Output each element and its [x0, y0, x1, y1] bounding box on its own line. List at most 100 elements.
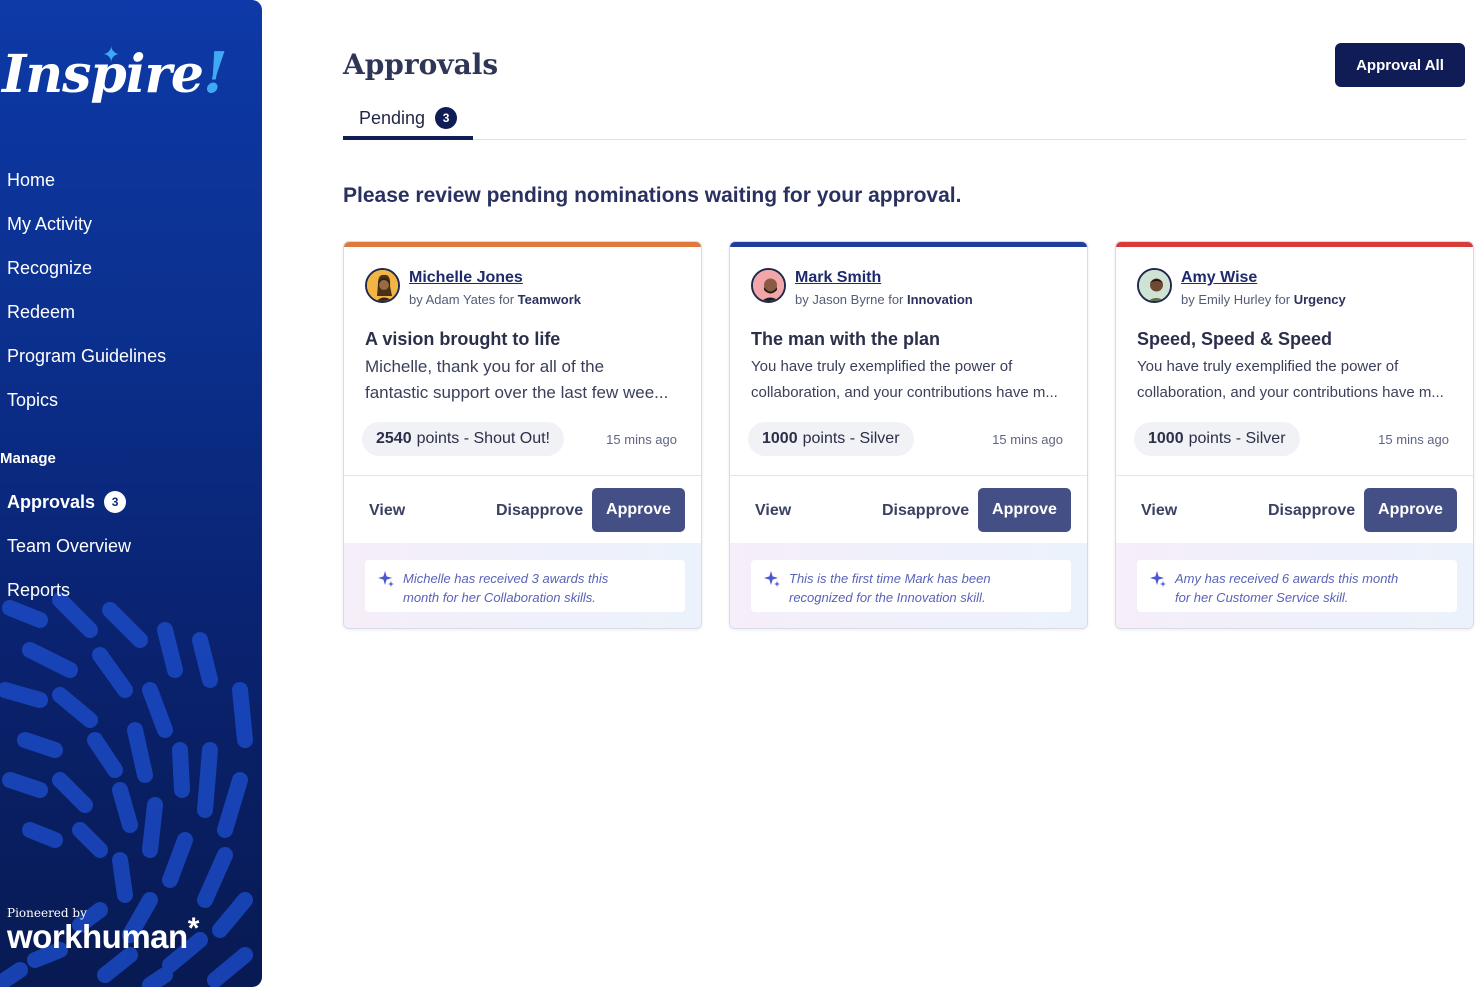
view-button[interactable]: View [755, 502, 791, 520]
nomination-message: You have truly exemplified the power of … [751, 354, 1069, 406]
logo-star-icon: ✦ [102, 42, 121, 67]
insight-text: Michelle has received 3 awards this mont… [403, 569, 608, 607]
points-pill: 1000 points - Silver [748, 422, 914, 456]
nav-item-redeem[interactable]: Redeem [0, 294, 262, 338]
insight-line: month for her Collaboration skills. [403, 590, 596, 605]
avatar [1137, 268, 1172, 303]
nominee-name-link[interactable]: Amy Wise [1181, 269, 1257, 287]
message-line: You have truly exemplified the power of [1137, 358, 1399, 375]
manage-heading: Manage [0, 450, 56, 467]
message-line: You have truly exemplified the power of [751, 358, 1013, 375]
nav-item-program-guidelines[interactable]: Program Guidelines [0, 338, 262, 382]
nomination-card: Michelle Jones by Adam Yates for Teamwor… [343, 241, 702, 629]
nav-item-reports[interactable]: Reports [0, 568, 262, 612]
disapprove-button[interactable]: Disapprove [882, 502, 969, 520]
message-line: collaboration, and your contributions ha… [1137, 384, 1444, 401]
nav-item-approvals[interactable]: Approvals 3 [0, 480, 262, 524]
approve-button[interactable]: Approve [1364, 488, 1457, 532]
insight-line: for her Customer Service skill. [1175, 590, 1349, 605]
approve-button[interactable]: Approve [592, 488, 685, 532]
pending-count-badge: 3 [435, 107, 458, 129]
points-label: points - Silver [1188, 430, 1286, 447]
nomination-title: The man with the plan [751, 329, 941, 349]
award-category: Innovation [907, 292, 973, 307]
nav-item-approvals-label: Approvals [7, 492, 96, 512]
card-accent-bar [344, 242, 701, 247]
insight-box: This is the first time Mark has been rec… [751, 560, 1071, 612]
points-label: points - Silver [802, 430, 900, 447]
byline-text: by Emily Hurley for [1181, 292, 1294, 307]
sparkle-icon [378, 571, 394, 587]
section-subtitle: Please review pending nominations waitin… [343, 184, 962, 207]
workhuman-logo[interactable]: workhuman* [7, 912, 199, 956]
sparkle-icon [1150, 571, 1166, 587]
sidebar: Inspire! ✦ Home My Activity Recognize Re… [0, 0, 262, 987]
insight-line: Amy has received 6 awards this month [1175, 571, 1399, 586]
divider [344, 475, 701, 476]
tab-pending-label: Pending [358, 107, 426, 128]
insight-text: This is the first time Mark has been rec… [789, 569, 991, 607]
insight-text: Amy has received 6 awards this month for… [1175, 569, 1398, 607]
insight-line: Michelle has received 3 awards this [403, 571, 609, 586]
nomination-message: Michelle, thank you for all of the fanta… [365, 354, 683, 406]
insight-area: Amy has received 6 awards this month for… [1116, 543, 1473, 628]
timestamp: 15 mins ago [992, 432, 1063, 447]
award-category: Urgency [1293, 292, 1346, 307]
insight-area: Michelle has received 3 awards this mont… [344, 543, 701, 628]
inspire-logo[interactable]: Inspire! ✦ [2, 40, 228, 120]
byline-text: by Jason Byrne for [795, 292, 907, 307]
timestamp: 15 mins ago [606, 432, 677, 447]
nav-item-team-overview[interactable]: Team Overview [0, 524, 262, 568]
divider [730, 475, 1087, 476]
view-button[interactable]: View [369, 502, 405, 520]
message-line: fantastic support over the last few wee.… [365, 383, 669, 402]
sparkle-icon [764, 571, 780, 587]
nav-item-topics[interactable]: Topics [0, 382, 262, 426]
nominator-byline: by Adam Yates for Teamwork [409, 292, 581, 307]
insight-line: This is the first time Mark has been [789, 571, 991, 586]
award-category: Teamwork [517, 292, 581, 307]
byline-text: by Adam Yates for [409, 292, 518, 307]
nomination-message: You have truly exemplified the power of … [1137, 354, 1455, 406]
message-line: collaboration, and your contributions ha… [751, 384, 1058, 401]
insight-box: Michelle has received 3 awards this mont… [365, 560, 685, 612]
points-label: points - Shout Out! [416, 430, 550, 447]
divider [1116, 475, 1473, 476]
insight-line: recognized for the Innovation skill. [789, 590, 986, 605]
nomination-title: A vision brought to life [365, 329, 561, 349]
tab-pending[interactable]: Pending 3 [343, 100, 473, 140]
nav-item-recognize[interactable]: Recognize [0, 250, 262, 294]
view-button[interactable]: View [1141, 502, 1177, 520]
nominator-byline: by Jason Byrne for Innovation [795, 292, 973, 307]
workhuman-logo-text: workhuman [7, 918, 188, 955]
timestamp: 15 mins ago [1378, 432, 1449, 447]
points-value: 1000 [1148, 430, 1184, 447]
message-line: Michelle, thank you for all of the [365, 357, 605, 376]
card-accent-bar [730, 242, 1087, 247]
logo-mark: ! [203, 40, 228, 106]
nominee-name-link[interactable]: Mark Smith [795, 269, 881, 287]
nomination-title: Speed, Speed & Speed [1137, 329, 1333, 349]
insight-area: This is the first time Mark has been rec… [730, 543, 1087, 628]
primary-nav: Home My Activity Recognize Redeem Progra… [0, 162, 262, 426]
points-pill: 2540 points - Shout Out! [362, 422, 564, 456]
nominee-name-link[interactable]: Michelle Jones [409, 269, 523, 287]
avatar [365, 268, 400, 303]
workhuman-asterisk: * [187, 912, 200, 945]
approve-all-button[interactable]: Approval All [1335, 43, 1465, 87]
card-accent-bar [1116, 242, 1473, 247]
insight-box: Amy has received 6 awards this month for… [1137, 560, 1457, 612]
nomination-card: Amy Wise by Emily Hurley for Urgency Spe… [1115, 241, 1474, 629]
approvals-count-badge: 3 [104, 491, 127, 513]
points-value: 2540 [376, 430, 412, 447]
nav-item-home[interactable]: Home [0, 162, 262, 206]
nomination-card: Mark Smith by Jason Byrne for Innovation… [729, 241, 1088, 629]
page-title: Approvals [343, 48, 499, 81]
nav-item-my-activity[interactable]: My Activity [0, 206, 262, 250]
disapprove-button[interactable]: Disapprove [496, 502, 583, 520]
avatar [751, 268, 786, 303]
disapprove-button[interactable]: Disapprove [1268, 502, 1355, 520]
points-pill: 1000 points - Silver [1134, 422, 1300, 456]
manage-nav: Approvals 3 Team Overview Reports [0, 480, 262, 612]
approve-button[interactable]: Approve [978, 488, 1071, 532]
